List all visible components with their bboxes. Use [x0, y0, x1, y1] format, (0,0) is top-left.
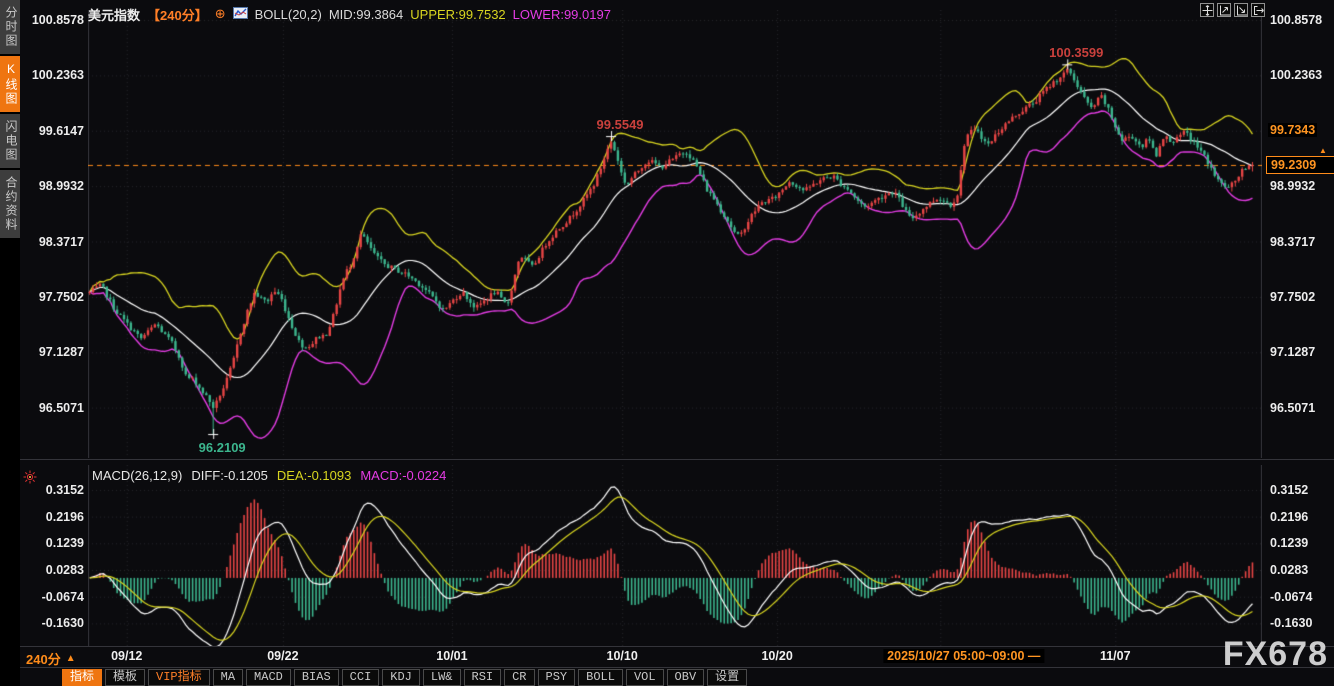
toolbar-item-12[interactable]: BOLL	[578, 669, 623, 686]
swing-low-annotation: 96.2109	[199, 440, 246, 455]
toolbar-item-1[interactable]: 模板	[105, 669, 145, 686]
swing-high-annotation: 99.5549	[597, 117, 644, 132]
time-tick-highlighted: 2025/10/27 05:00~09:00 —	[883, 649, 1044, 663]
toolbar-item-10[interactable]: CR	[504, 669, 534, 686]
price-up-arrow-icon: ▲	[1319, 147, 1327, 155]
price-pane-canvas[interactable]	[88, 10, 1262, 458]
price-tick-right-1: 100.2363	[1270, 68, 1322, 82]
macd-header: MACD(26,12,9) DIFF:-0.1205 DEA:-0.1093 M…	[92, 468, 446, 483]
symbol-name: 美元指数	[88, 5, 140, 24]
price-tick-left-7: 96.5071	[22, 401, 84, 415]
chart-main-area: 美元指数 【240分】 ⊕ BOLL(20,2) MID:99.3864 UPP…	[20, 0, 1334, 686]
toolbar-item-9[interactable]: RSI	[464, 669, 502, 686]
macd-tick-right-3: 0.0283	[1270, 563, 1308, 577]
price-tick-right-3: 98.9932	[1270, 179, 1315, 193]
left-tab-sidebar: 分时图K线图闪电图合约资料	[0, 0, 20, 686]
indicator-sun-icon[interactable]	[23, 470, 37, 489]
macd-hist-value: MACD:-0.0224	[360, 468, 446, 483]
macd-tick-right-4: -0.0674	[1270, 590, 1312, 604]
price-tick-right-0: 100.8578	[1270, 13, 1322, 27]
price-tick-left-6: 97.1287	[22, 345, 84, 359]
period-label-text: 240分	[26, 649, 61, 668]
macd-tick-right-1: 0.2196	[1270, 510, 1308, 524]
sidebar-tab-1[interactable]: K线图	[0, 56, 20, 112]
interval-label[interactable]: 【240分】	[147, 5, 208, 24]
price-tick-right-6: 97.1287	[1270, 345, 1315, 359]
period-arrow-icon: ▲	[66, 653, 76, 664]
boll-mid-value: MID:99.3864	[329, 7, 403, 22]
toolbar-item-15[interactable]: 设置	[707, 669, 747, 686]
price-tick-right-7: 96.5071	[1270, 401, 1315, 415]
zoom-y-axis-icon[interactable]	[1234, 3, 1248, 17]
toolbar-item-2[interactable]: VIP指标	[148, 669, 210, 686]
chart-thumbnail-icon[interactable]	[233, 7, 248, 22]
watermark: FX678	[1223, 635, 1328, 674]
macd-tick-right-0: 0.3152	[1270, 483, 1308, 497]
macd-tick-left-5: -0.1630	[22, 616, 84, 630]
toolbar-item-0[interactable]: 指标	[62, 669, 102, 686]
toolbar-item-7[interactable]: KDJ	[382, 669, 420, 686]
period-selector[interactable]: 240分 ▲	[26, 649, 76, 668]
price-tick-left-5: 97.7502	[22, 290, 84, 304]
toolbar-item-4[interactable]: MACD	[246, 669, 291, 686]
boll-label: BOLL(20,2)	[255, 7, 322, 22]
price-tick-left-4: 98.3717	[22, 235, 84, 249]
price-tick-left-0: 100.8578	[22, 13, 84, 27]
sidebar-tab-3[interactable]: 合约资料	[0, 170, 20, 238]
price-tick-right-4: 98.3717	[1270, 235, 1315, 249]
price-tick-right-5: 97.7502	[1270, 290, 1315, 304]
time-tick-0: 09/12	[111, 649, 142, 663]
toolbar-item-3[interactable]: MA	[213, 669, 243, 686]
last-price-tag: 99.2309	[1266, 156, 1334, 174]
zoom-x-axis-icon[interactable]	[1217, 3, 1231, 17]
exit-chart-icon[interactable]	[1251, 3, 1265, 17]
macd-tick-right-2: 0.1239	[1270, 536, 1308, 550]
pane-separator-top	[20, 459, 1334, 460]
chart-application: 分时图K线图闪电图合约资料 美元指数 【240分】 ⊕ BOLL(20,2) M…	[0, 0, 1334, 686]
sidebar-tab-2[interactable]: 闪电图	[0, 114, 20, 168]
macd-tick-left-2: 0.1239	[22, 536, 84, 550]
boll-upper-value: UPPER:99.7532	[410, 7, 505, 22]
macd-tick-left-1: 0.2196	[22, 510, 84, 524]
time-tick-6: 11/07	[1100, 649, 1131, 663]
macd-tick-right-5: -0.1630	[1270, 616, 1312, 630]
toolbar-item-6[interactable]: CCI	[342, 669, 380, 686]
toolbar-separator	[20, 667, 1334, 668]
time-tick-3: 10/10	[607, 649, 638, 663]
toolbar-item-14[interactable]: OBV	[667, 669, 705, 686]
macd-pane-canvas[interactable]	[88, 465, 1262, 647]
price-tick-left-2: 99.6147	[22, 124, 84, 138]
indicator-toolbar: 指标模板VIP指标MAMACDBIASCCIKDJLW&RSICRPSYBOLL…	[62, 669, 747, 686]
time-axis-row: 240分 ▲ 09/12 09/22 10/01 10/10 10/20 2025/10/…	[20, 647, 1334, 667]
chart-title-bar: 美元指数 【240分】 ⊕ BOLL(20,2) MID:99.3864 UPP…	[88, 5, 611, 23]
toolbar-item-5[interactable]: BIAS	[294, 669, 339, 686]
macd-params-label: MACD(26,12,9)	[92, 468, 182, 483]
window-control-icons	[1200, 3, 1265, 17]
time-tick-1: 09/22	[267, 649, 298, 663]
circle-plus-icon[interactable]: ⊕	[215, 6, 226, 22]
prev-close-tag: 99.7343	[1268, 123, 1317, 137]
toolbar-item-13[interactable]: VOL	[626, 669, 664, 686]
top-high-annotation: 100.3599	[1049, 45, 1103, 60]
macd-tick-left-3: 0.0283	[22, 563, 84, 577]
price-tick-left-1: 100.2363	[22, 68, 84, 82]
toolbar-item-11[interactable]: PSY	[538, 669, 576, 686]
pan-icon[interactable]	[1200, 3, 1214, 17]
macd-dea-value: DEA:-0.1093	[277, 468, 351, 483]
macd-tick-left-4: -0.0674	[22, 590, 84, 604]
boll-lower-value: LOWER:99.0197	[513, 7, 611, 22]
time-tick-4: 10/20	[761, 649, 792, 663]
time-tick-2: 10/01	[436, 649, 467, 663]
price-tick-left-3: 98.9932	[22, 179, 84, 193]
sidebar-tab-0[interactable]: 分时图	[0, 0, 20, 54]
macd-diff-value: DIFF:-0.1205	[191, 468, 268, 483]
toolbar-item-8[interactable]: LW&	[423, 669, 461, 686]
